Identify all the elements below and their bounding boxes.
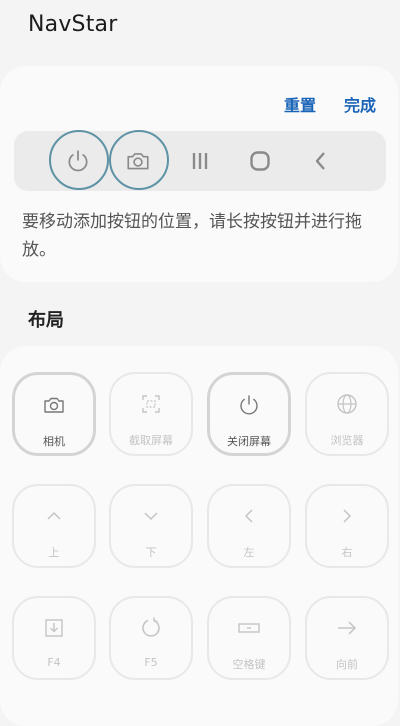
tile-label: 上 [48, 546, 60, 559]
space-icon [238, 623, 260, 633]
navbar-editor-card: 重置 完成 要移动添加按钮的位置，请长按按钮并进行拖放。 [0, 66, 398, 282]
nav-power-button[interactable] [49, 130, 109, 191]
drag-hint-text: 要移动添加按钮的位置，请长按按钮并进行拖放。 [22, 212, 362, 260]
tile-label: 相机 [43, 435, 65, 448]
tile-forward[interactable]: 向前 [305, 596, 389, 680]
home-icon [250, 151, 270, 171]
tile-label: F5 [144, 656, 158, 669]
arrow-right-icon [343, 509, 352, 523]
globe-icon [337, 394, 357, 414]
forward-arrow-icon [338, 621, 357, 635]
done-button[interactable]: 完成 [344, 92, 376, 116]
tile-label: 向前 [336, 658, 358, 671]
tile-down[interactable]: 下 [109, 484, 193, 568]
power-icon [240, 395, 258, 415]
tile-label: 浏览器 [330, 434, 364, 447]
tile-label: F4 [47, 656, 61, 669]
nav-home-button[interactable] [232, 131, 288, 191]
tile-left[interactable]: 左 [207, 484, 291, 568]
tile-label: 关闭屏幕 [227, 435, 271, 448]
arrow-up-icon [47, 511, 61, 520]
f4-icon [45, 619, 63, 637]
refresh-icon [142, 617, 160, 637]
camera-icon [44, 397, 64, 413]
tile-browser[interactable]: 浏览器 [305, 372, 389, 456]
screenshot-icon [142, 395, 160, 413]
tile-camera[interactable]: 相机 [12, 372, 96, 456]
nav-camera-button[interactable] [109, 130, 169, 191]
arrow-down-icon [144, 512, 158, 521]
power-icon [68, 150, 88, 172]
tile-up[interactable]: 上 [12, 484, 96, 568]
tile-label: 左 [243, 546, 255, 559]
app-title: NavStar [28, 12, 118, 37]
tile-screenshot[interactable]: 截取屏幕 [109, 372, 193, 456]
camera-icon [127, 153, 149, 170]
editor-actions: 重置 完成 [284, 92, 376, 116]
tile-label: 右 [341, 546, 353, 559]
reset-button[interactable]: 重置 [284, 92, 316, 116]
navbar-preview [14, 130, 386, 191]
nav-recents-button[interactable] [172, 131, 228, 191]
tile-f5[interactable]: F5 [109, 596, 193, 680]
tile-label: 截取屏幕 [129, 434, 173, 447]
nav-back-button[interactable] [293, 131, 349, 191]
arrow-left-icon [244, 509, 253, 523]
layout-grid-card: 相机 截取屏幕 关闭屏幕 浏览器 上 下 左 右 F4 F5 空格键 向前 [0, 346, 398, 726]
tile-f4[interactable]: F4 [12, 596, 96, 680]
recents-icon [192, 153, 208, 169]
tile-right[interactable]: 右 [305, 484, 389, 568]
tile-space[interactable]: 空格键 [207, 596, 291, 680]
tile-screen-off[interactable]: 关闭屏幕 [207, 372, 291, 456]
tile-label: 空格键 [232, 658, 266, 671]
back-icon [315, 152, 325, 170]
layout-section-title: 布局 [28, 310, 64, 331]
tile-label: 下 [145, 546, 157, 559]
